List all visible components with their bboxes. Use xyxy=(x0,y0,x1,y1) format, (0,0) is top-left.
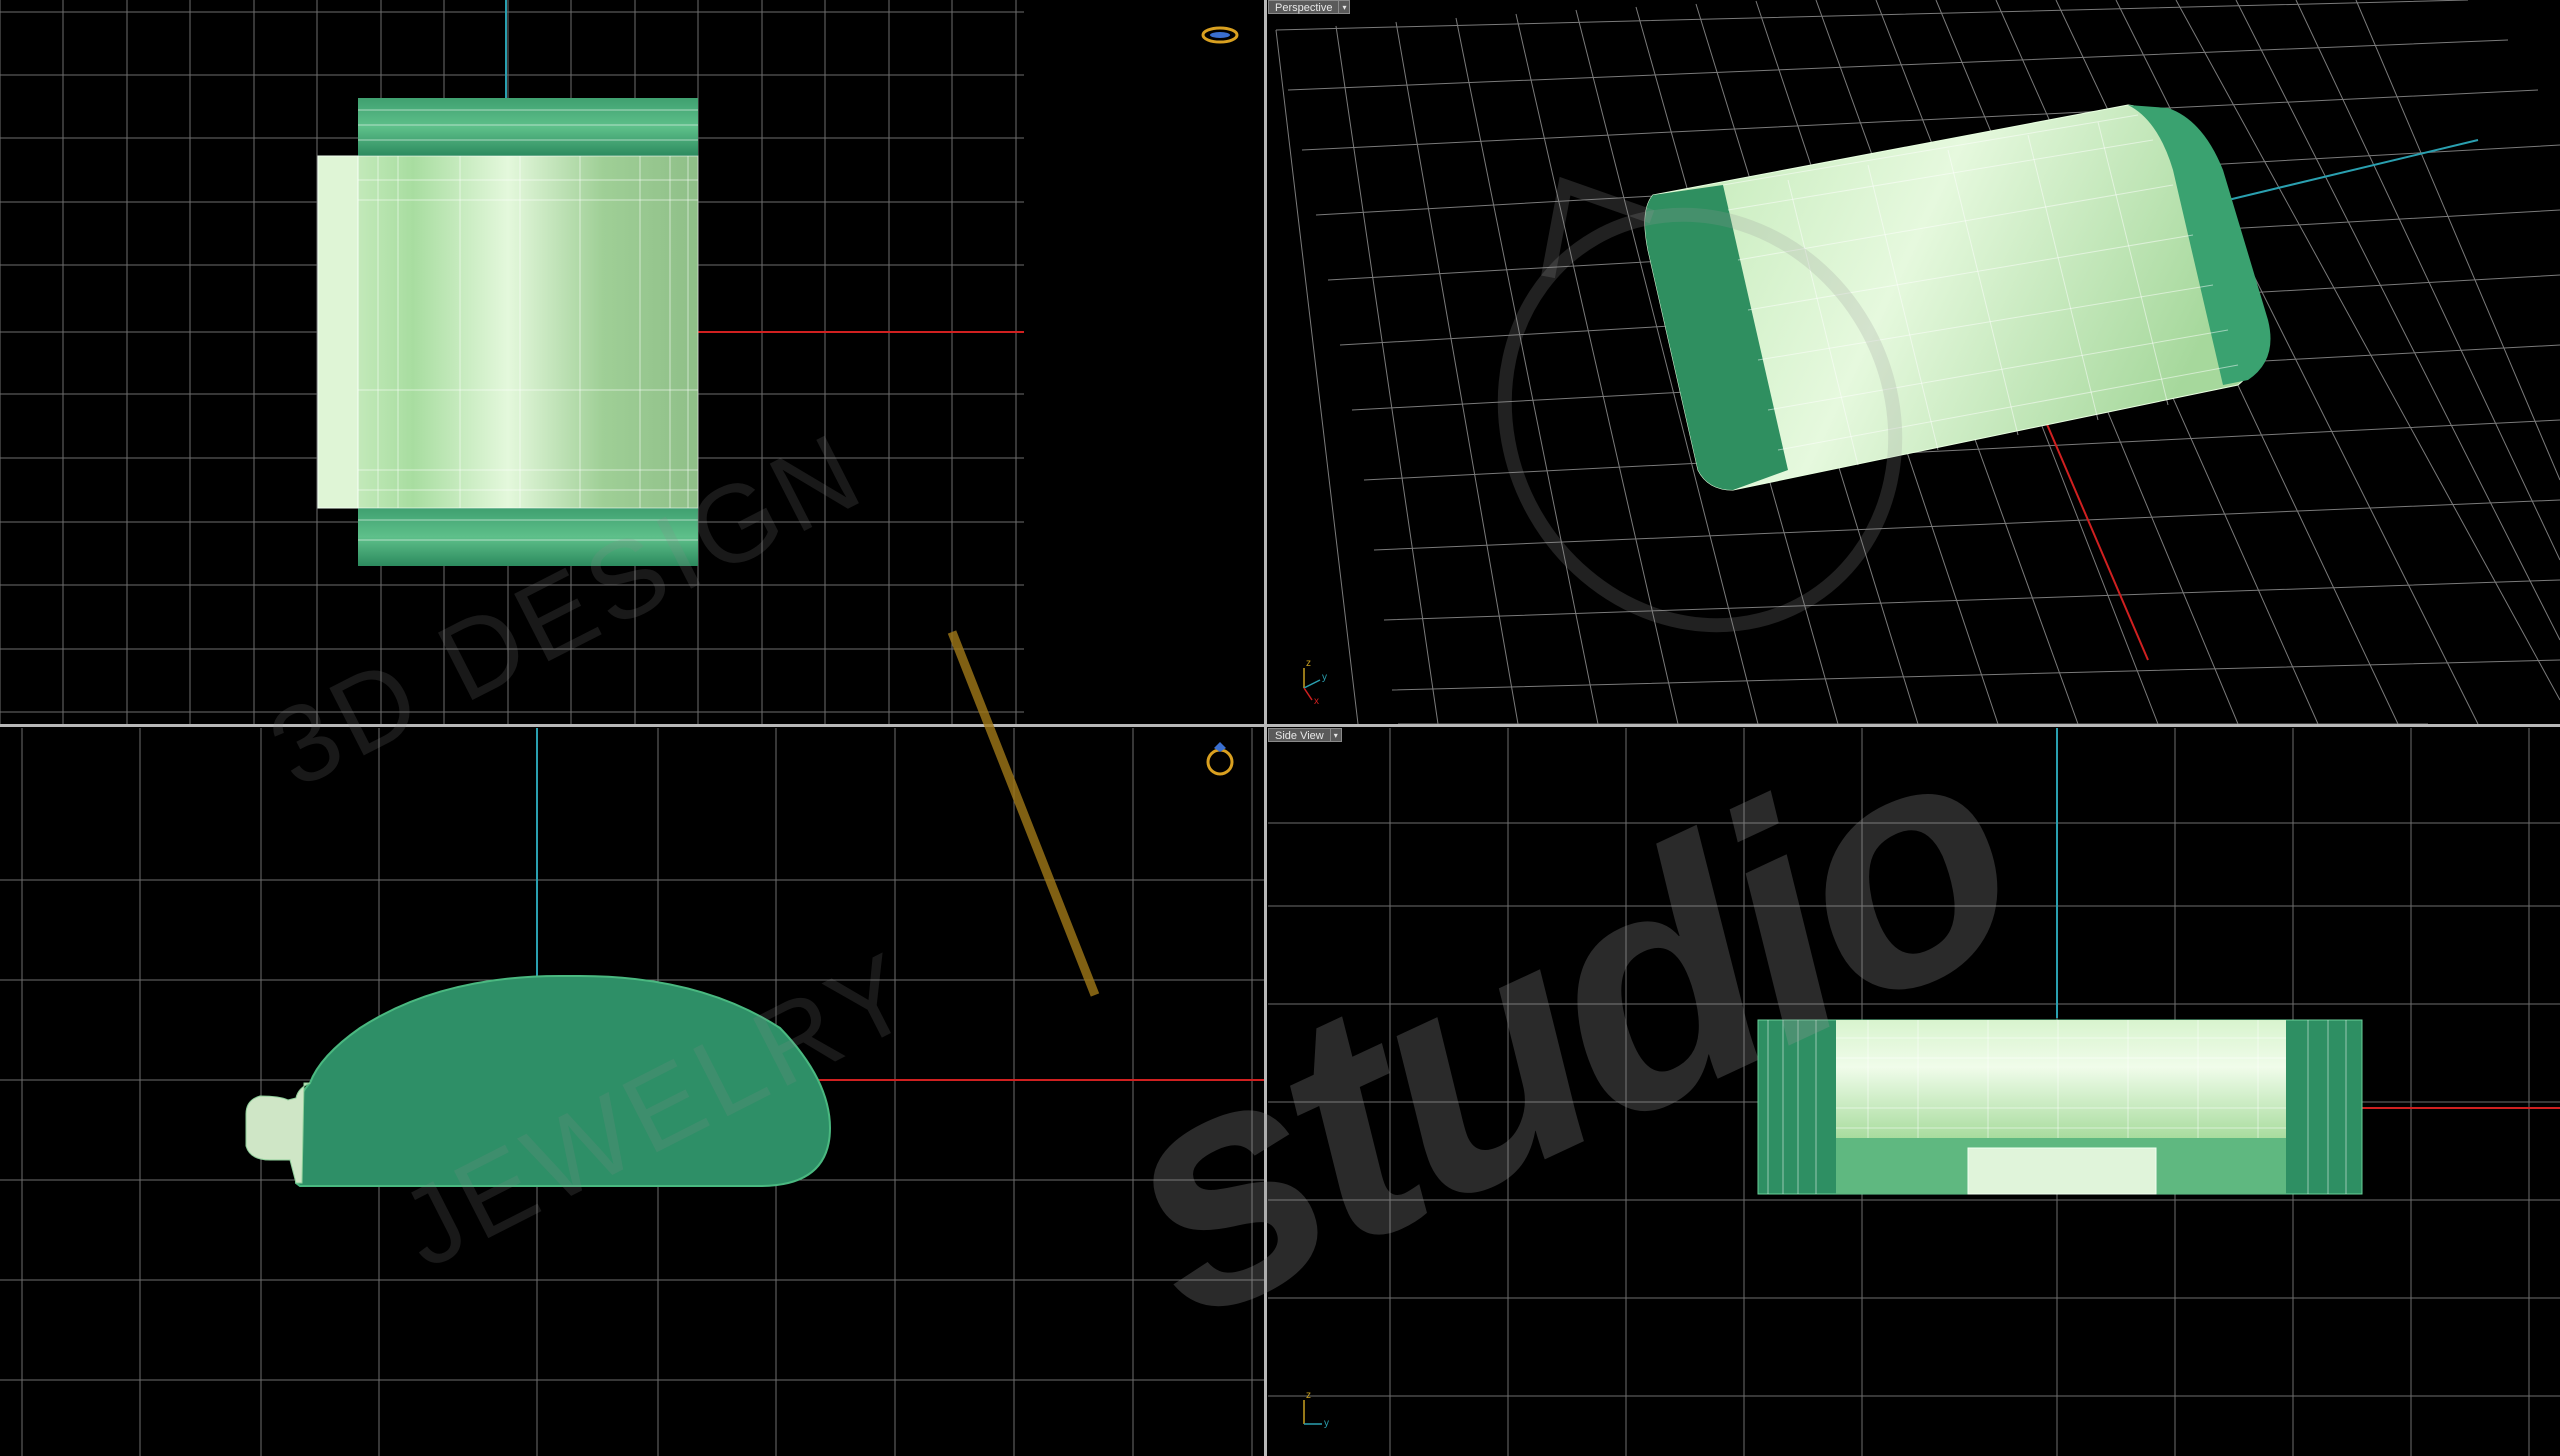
model-top-view[interactable] xyxy=(317,98,699,566)
perspective-viewport-canvas xyxy=(1275,0,2560,724)
front-viewport-canvas xyxy=(0,728,1264,1456)
side-viewport-label[interactable]: Side View ▾ xyxy=(1268,728,1342,742)
model-front-profile[interactable] xyxy=(245,975,832,1187)
top-viewport-canvas xyxy=(0,0,1264,724)
vertical-viewport-divider[interactable] xyxy=(1264,0,1267,1456)
perspective-viewport-label[interactable]: Perspective ▾ xyxy=(1268,0,1351,14)
axis-y-label: y xyxy=(1322,672,1327,683)
axis-x-label: x xyxy=(1314,696,1319,707)
axis-y-label: y xyxy=(1324,1418,1329,1429)
horizontal-viewport-divider[interactable] xyxy=(0,724,2560,727)
axis-z-label: z xyxy=(1306,1390,1311,1401)
y-axis-line xyxy=(2227,139,2479,201)
side-viewport-canvas xyxy=(1268,728,2560,1456)
perspective-viewport[interactable]: z y x Perspective ▾ xyxy=(1268,0,2560,724)
model-perspective-view[interactable] xyxy=(1644,104,2271,491)
top-viewport[interactable] xyxy=(0,0,1264,724)
front-viewport[interactable] xyxy=(0,728,1264,1456)
perspective-label-text: Perspective xyxy=(1268,0,1340,14)
axis-gizmo-icon xyxy=(1303,1400,1322,1425)
viewport-menu-arrow-icon[interactable]: ▾ xyxy=(1339,0,1351,14)
model-side-view[interactable] xyxy=(1757,1019,2363,1195)
axis-z-label: z xyxy=(1306,658,1311,669)
side-label-text: Side View xyxy=(1268,728,1331,742)
viewport-menu-arrow-icon[interactable]: ▾ xyxy=(1330,728,1342,742)
side-viewport[interactable]: z y Side View ▾ xyxy=(1268,728,2560,1456)
